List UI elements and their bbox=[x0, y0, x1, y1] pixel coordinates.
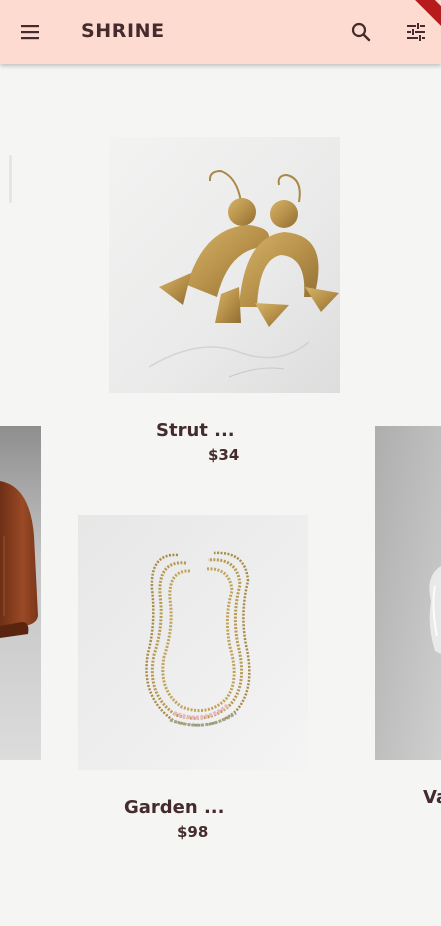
product-image-vase[interactable] bbox=[375, 426, 441, 760]
search-icon bbox=[351, 22, 371, 42]
product-name: Va bbox=[423, 787, 441, 808]
tune-icon bbox=[407, 23, 425, 41]
menu-button[interactable] bbox=[10, 12, 50, 52]
product-price: $98 bbox=[177, 823, 209, 841]
product-image-necklace[interactable] bbox=[78, 515, 308, 770]
product-name: Garden ... bbox=[124, 797, 225, 818]
search-button[interactable] bbox=[341, 12, 381, 52]
necklace-image bbox=[78, 515, 308, 770]
filter-button[interactable] bbox=[396, 12, 436, 52]
vase-image bbox=[375, 426, 441, 760]
product-image-belt[interactable] bbox=[0, 426, 41, 760]
product-name: Strut ... bbox=[156, 420, 235, 441]
app-bar: SHRINE bbox=[0, 0, 441, 64]
earrings-image bbox=[109, 137, 340, 393]
product-price: $34 bbox=[208, 446, 240, 464]
belt-image bbox=[0, 426, 41, 760]
product-image-earrings[interactable] bbox=[109, 137, 340, 393]
menu-icon bbox=[21, 25, 39, 40]
scroll-indicator bbox=[9, 155, 12, 203]
app-title: SHRINE bbox=[81, 20, 165, 42]
